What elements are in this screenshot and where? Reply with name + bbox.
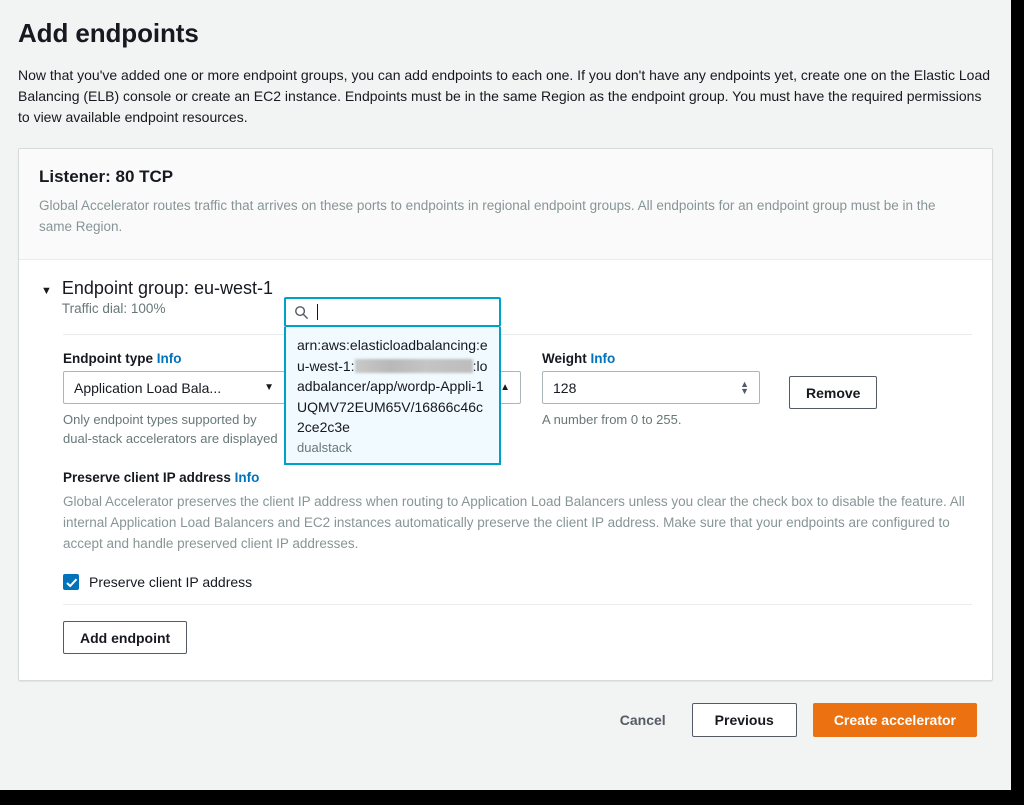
cancel-button[interactable]: Cancel [620, 712, 666, 728]
listener-title: Listener: 80 TCP [39, 167, 174, 186]
chevron-up-icon: ▲ [500, 382, 510, 393]
listener-section: Listener: 80 TCP Global Accelerator rout… [19, 149, 992, 260]
section-divider-2 [63, 604, 972, 605]
remove-field: Remove [789, 351, 878, 409]
previous-button[interactable]: Previous [691, 703, 797, 737]
preserve-client-ip-checkbox-row[interactable]: Preserve client IP address [63, 574, 972, 590]
endpoint-type-label-text: Endpoint type [63, 351, 153, 366]
add-endpoint-row: Add endpoint [63, 621, 972, 654]
endpoint-option-text: arn:aws:elasticloadbalancing:eu-west-1::… [297, 335, 489, 438]
list-item[interactable]: arn:aws:elasticloadbalancing:eu-west-1::… [297, 335, 489, 455]
endpoint-type-value: Application Load Bala... [74, 379, 222, 396]
preserve-client-ip-title: Preserve client IP address Info [63, 470, 972, 485]
endpoint-group-section: ▼ Endpoint group: eu-west-1 Traffic dial… [19, 260, 992, 680]
endpoint-fields-row: Endpoint type Info Application Load Bala… [63, 351, 972, 448]
endpoint-group-title: Endpoint group: eu-west-1 [61, 278, 274, 298]
section-divider [63, 334, 972, 335]
weight-label-text: Weight [542, 351, 587, 366]
endpoint-type-field: Endpoint type Info Application Load Bala… [63, 351, 285, 448]
collapse-caret-icon[interactable]: ▼ [41, 286, 52, 297]
remove-endpoint-button[interactable]: Remove [789, 376, 878, 409]
page-description: Now that you've added one or more endpoi… [18, 67, 991, 125]
weight-label: Weight Info [542, 351, 760, 366]
weight-value: 128 [553, 379, 577, 396]
endpoint-type-info-link[interactable]: Info [157, 351, 182, 366]
weight-input[interactable]: 128 ▲ ▼ [542, 371, 760, 404]
endpoint-type-hint: Only endpoint types supported by dual-st… [63, 412, 278, 446]
add-endpoint-button[interactable]: Add endpoint [63, 621, 188, 654]
preserve-client-ip-description: Global Accelerator preserves the client … [63, 494, 965, 551]
preserve-client-ip-checkbox[interactable] [63, 574, 79, 590]
stepper-down-icon[interactable]: ▼ [740, 386, 749, 395]
endpoint-option-subtitle: dualstack [297, 439, 352, 455]
preserve-client-ip-title-text: Preserve client IP address [63, 470, 231, 485]
page-title: Add endpoints [18, 18, 199, 48]
page-root: Add endpoints Now that you've added one … [0, 0, 1011, 790]
traffic-dial-label: Traffic dial: 100% [61, 301, 166, 316]
preserve-client-ip-info-link[interactable]: Info [235, 470, 260, 485]
redacted-account-id [354, 358, 473, 373]
search-icon [295, 305, 309, 319]
endpoint-dropdown: arn:aws:elasticloadbalancing:eu-west-1::… [284, 297, 501, 465]
wizard-footer: Cancel Previous Create accelerator [16, 681, 995, 737]
weight-field: Weight Info 128 ▲ ▼ A number from 0 to 2… [542, 351, 760, 429]
check-icon [66, 578, 78, 588]
endpoint-dropdown-list: arn:aws:elasticloadbalancing:eu-west-1::… [284, 327, 501, 465]
endpoint-type-label: Endpoint type Info [63, 351, 285, 366]
text-cursor [317, 304, 318, 320]
chevron-down-icon: ▼ [264, 382, 274, 393]
weight-stepper[interactable]: ▲ ▼ [740, 379, 749, 395]
endpoint-type-select[interactable]: Application Load Bala... ▼ [63, 371, 285, 404]
weight-info-link[interactable]: Info [591, 351, 616, 366]
weight-hint: A number from 0 to 255. [542, 412, 682, 427]
add-endpoints-card: Listener: 80 TCP Global Accelerator rout… [18, 148, 993, 681]
create-accelerator-button[interactable]: Create accelerator [812, 703, 977, 737]
preserve-client-ip-checkbox-label[interactable]: Preserve client IP address [89, 574, 252, 590]
endpoint-dropdown-search[interactable] [284, 297, 501, 327]
endpoint-group-header[interactable]: ▼ Endpoint group: eu-west-1 Traffic dial… [39, 278, 972, 316]
listener-description: Global Accelerator routes traffic that a… [39, 198, 936, 234]
preserve-client-ip-section: Preserve client IP address Info Global A… [63, 470, 972, 590]
